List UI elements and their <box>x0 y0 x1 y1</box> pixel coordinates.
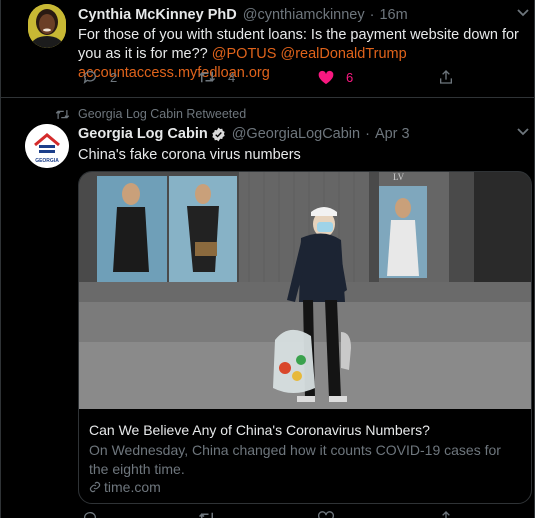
separator-dot: · <box>369 7 375 23</box>
separator-dot: · <box>365 126 370 142</box>
link-preview-card[interactable]: LV Can We Believe Any of China's Coronav… <box>78 171 532 504</box>
like-button[interactable]: 6 <box>318 70 438 85</box>
card-domain[interactable]: time.com <box>89 479 161 495</box>
reply-count: 2 <box>110 69 118 85</box>
timeline: Cynthia McKinney PhD @cynthiamckinney · … <box>0 0 535 518</box>
tweet-time[interactable]: Apr 3 <box>375 126 410 142</box>
tweet-time[interactable]: 16m <box>379 7 407 23</box>
reply-icon <box>83 512 96 518</box>
heart-icon <box>318 510 334 518</box>
card-domain-text: time.com <box>104 479 161 495</box>
retweeted-by-label[interactable]: Georgia Log Cabin Retweeted <box>78 107 246 121</box>
retweet-icon <box>55 109 70 119</box>
retweet-count: 4 <box>228 69 236 85</box>
chevron-down-icon[interactable] <box>512 2 534 24</box>
retweet-button[interactable] <box>198 510 318 518</box>
reply-icon <box>83 71 96 84</box>
reply-button[interactable] <box>82 510 198 518</box>
tweet[interactable]: Cynthia McKinney PhD @cynthiamckinney · … <box>1 0 534 98</box>
author-name[interactable]: Cynthia McKinney PhD <box>78 7 237 23</box>
heart-icon <box>318 70 334 84</box>
tweet-text: China's fake corona virus numbers <box>78 147 301 163</box>
reply-button[interactable]: 2 <box>82 69 198 85</box>
storefront-logo: LV <box>393 172 405 182</box>
retweet-context: Georgia Log Cabin Retweeted <box>55 107 246 121</box>
retweet-icon <box>198 512 213 518</box>
card-image[interactable]: LV <box>79 172 531 409</box>
verified-badge-icon <box>211 127 226 142</box>
link-icon <box>89 481 101 493</box>
author-name[interactable]: Georgia Log Cabin <box>78 126 208 142</box>
mention-link[interactable]: @POTUS <box>212 46 277 62</box>
share-icon <box>440 70 452 84</box>
avatar[interactable] <box>28 4 66 48</box>
card-description: On Wednesday, China changed how it count… <box>89 442 501 477</box>
chevron-down-icon[interactable] <box>512 121 534 143</box>
share-icon <box>442 511 450 518</box>
like-count: 6 <box>346 69 354 85</box>
retweet-button[interactable]: 4 <box>198 69 318 85</box>
like-button[interactable] <box>318 510 438 518</box>
mention-link[interactable]: @realDonaldTrump <box>280 46 406 62</box>
avatar-label: GEORGIA <box>35 158 59 164</box>
tweet[interactable]: Georgia Log Cabin Retweeted GEORGIA Geor… <box>1 99 534 518</box>
author-handle[interactable]: @cynthiamckinney <box>243 7 365 23</box>
share-button[interactable] <box>438 69 454 85</box>
avatar[interactable]: GEORGIA <box>25 124 69 168</box>
retweet-icon <box>198 71 216 83</box>
share-button[interactable] <box>438 510 454 518</box>
author-handle[interactable]: @GeorgiaLogCabin <box>232 126 360 142</box>
card-title[interactable]: Can We Believe Any of China's Coronaviru… <box>89 422 430 438</box>
